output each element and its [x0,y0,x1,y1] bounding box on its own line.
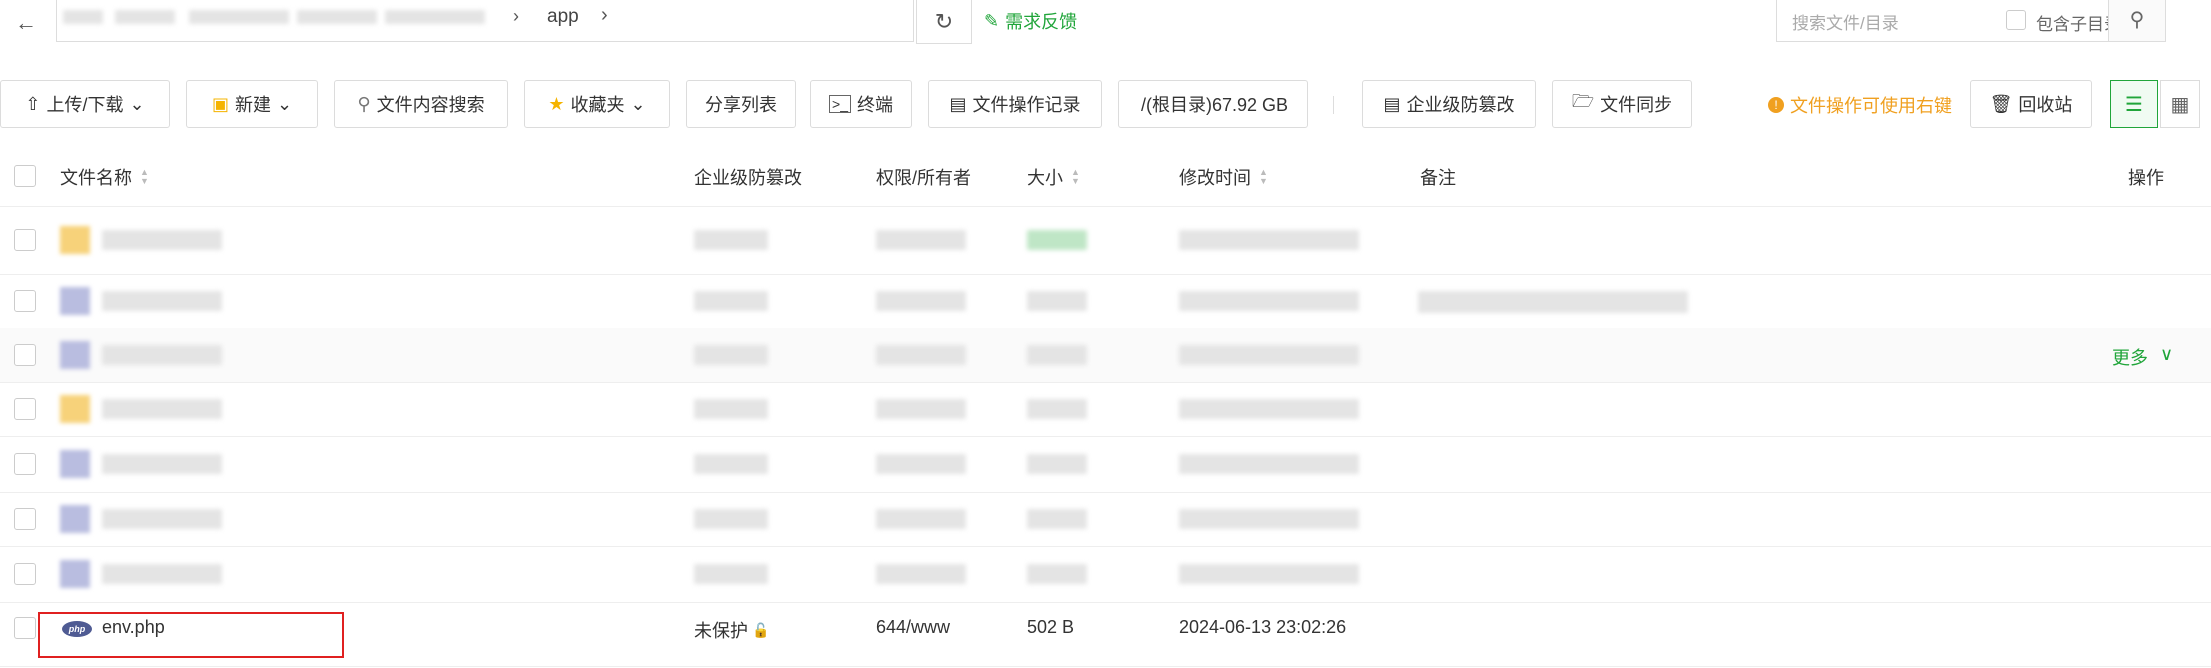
share-list-label: 分享列表 [705,95,777,115]
chevron-down-icon: ∨ [2160,344,2174,364]
terminal-icon: >_ [829,95,851,113]
more-button[interactable]: 更多 [2112,344,2148,370]
search-placeholder: 搜索文件/目录 [1792,14,1899,33]
chevron-down-icon: ⌄ [276,93,293,114]
breadcrumb-app[interactable]: app [547,6,579,28]
upload-icon: ⇧ [25,93,41,114]
unlock-icon: 🔓 [752,621,770,638]
new-button[interactable]: ▣ 新建 ⌄ [186,80,318,128]
sort-icon: ▲ ▼ [1259,167,1268,186]
col-name[interactable]: 文件名称 ▲ ▼ [60,164,149,190]
terminal-label: 终端 [856,95,893,115]
document-icon: ▤ [949,93,967,114]
path-bar[interactable]: › app › [56,0,914,42]
table-row[interactable] [0,206,2211,275]
file-icon [60,505,90,533]
row-checkbox[interactable] [14,290,36,312]
new-label: 新建 [234,95,271,115]
content-search-button[interactable]: ⚲ 文件内容搜索 [334,80,508,128]
file-icon [60,287,90,315]
file-icon [60,341,90,369]
upload-download-button[interactable]: ⇧ 上传/下载 ⌄ [0,80,170,128]
terminal-button[interactable]: >_ 终端 [810,80,912,128]
grid-view-icon[interactable]: ▦ [2160,80,2200,128]
select-all-checkbox[interactable] [14,165,36,187]
root-dir-button[interactable]: /(根目录)67.92 GB [1118,80,1308,128]
col-mtime-label: 修改时间 [1179,168,1251,188]
search-button[interactable]: ⚲ [2108,0,2166,42]
search-icon: ⚲ [357,93,371,114]
table-header [0,146,2211,207]
recycle-label: 回收站 [2018,95,2073,115]
table-row[interactable] [0,274,2211,329]
search-icon: ⚲ [2129,9,2145,31]
root-dir-label: /(根目录)67.92 GB [1141,95,1289,115]
table-row[interactable] [0,492,2211,547]
include-subdir-checkbox[interactable] [2006,10,2026,30]
chevron-down-icon: ⌄ [630,93,646,114]
file-icon [60,560,90,588]
table-row[interactable] [0,436,2211,493]
recycle-bin-button[interactable]: 🗑 回收站 [1970,80,2092,128]
tamper-status[interactable]: 未保护 🔓 [694,617,769,643]
col-tamper: 企业级防篡改 [694,168,802,188]
favorites-label: 收藏夹 [570,95,625,115]
table-row[interactable] [0,546,2211,603]
row-checkbox[interactable] [14,617,36,639]
trash-icon: 🗑 [1989,93,2013,114]
col-note: 备注 [1420,168,1456,188]
op-log-button[interactable]: ▤ 文件操作记录 [928,80,1102,128]
row-checkbox[interactable] [14,344,36,366]
favorites-button[interactable]: ★ 收藏夹 ⌄ [524,80,670,128]
file-icon [60,450,90,478]
tamper-label: 企业级防篡改 [1406,95,1515,115]
info-icon: ! [1768,97,1784,113]
col-mtime[interactable]: 修改时间 ▲ ▼ [1179,164,1268,190]
col-perm: 权限/所有者 [876,168,972,188]
col-name-label: 文件名称 [60,168,132,188]
row-checkbox[interactable] [14,229,36,251]
col-size-label: 大小 [1027,168,1063,188]
folder-plus-icon: ▣ [211,93,229,114]
row-checkbox[interactable] [14,398,36,420]
sort-icon: ▲ ▼ [140,167,149,186]
tip-label: 文件操作可使用右键 [1790,96,1952,116]
row-checkbox[interactable] [14,563,36,585]
edit-icon: ✎ [984,10,1000,31]
row-checkbox[interactable] [14,508,36,530]
file-mtime: 2024-06-13 23:02:26 [1179,617,1347,637]
table-row[interactable] [0,382,2211,437]
file-shield-icon: ▤ [1383,93,1401,114]
feedback-label: 需求反馈 [1005,12,1078,32]
chevron-right-icon: › [513,6,519,26]
col-size[interactable]: 大小 ▲ ▼ [1027,164,1080,190]
feedback-link[interactable]: ✎ 需求反馈 [984,8,1077,34]
table-row[interactable] [0,328,2211,383]
col-action: 操作 [2128,168,2164,188]
folder-sync-icon: 🗁 [1571,91,1595,111]
tamper-status-label: 未保护 [694,621,748,641]
op-log-label: 文件操作记录 [972,95,1081,115]
chevron-right-icon: › [601,4,608,26]
back-arrow-icon[interactable]: ← [6,8,46,38]
highlight-box [38,612,344,658]
file-size: 502 B [1027,617,1075,637]
file-sync-label: 文件同步 [1600,95,1673,115]
tamper-button[interactable]: ▤ 企业级防篡改 [1362,80,1536,128]
chevron-down-icon: ⌄ [129,93,145,114]
upload-label: 上传/下载 [46,95,124,115]
content-search-label: 文件内容搜索 [376,95,485,115]
star-icon: ★ [548,93,565,114]
folder-icon [60,226,90,254]
list-view-icon[interactable]: ☰ [2110,80,2158,128]
refresh-icon[interactable]: ↻ [916,0,972,44]
file-perm[interactable]: 644/www [876,617,950,638]
folder-icon [60,395,90,423]
file-sync-button[interactable]: 🗁 文件同步 [1552,80,1692,128]
sort-icon: ▲ ▼ [1071,167,1080,186]
right-click-tip: ! 文件操作可使用右键 [1768,92,1952,118]
share-list-button[interactable]: 分享列表 [686,80,796,128]
row-checkbox[interactable] [14,453,36,475]
